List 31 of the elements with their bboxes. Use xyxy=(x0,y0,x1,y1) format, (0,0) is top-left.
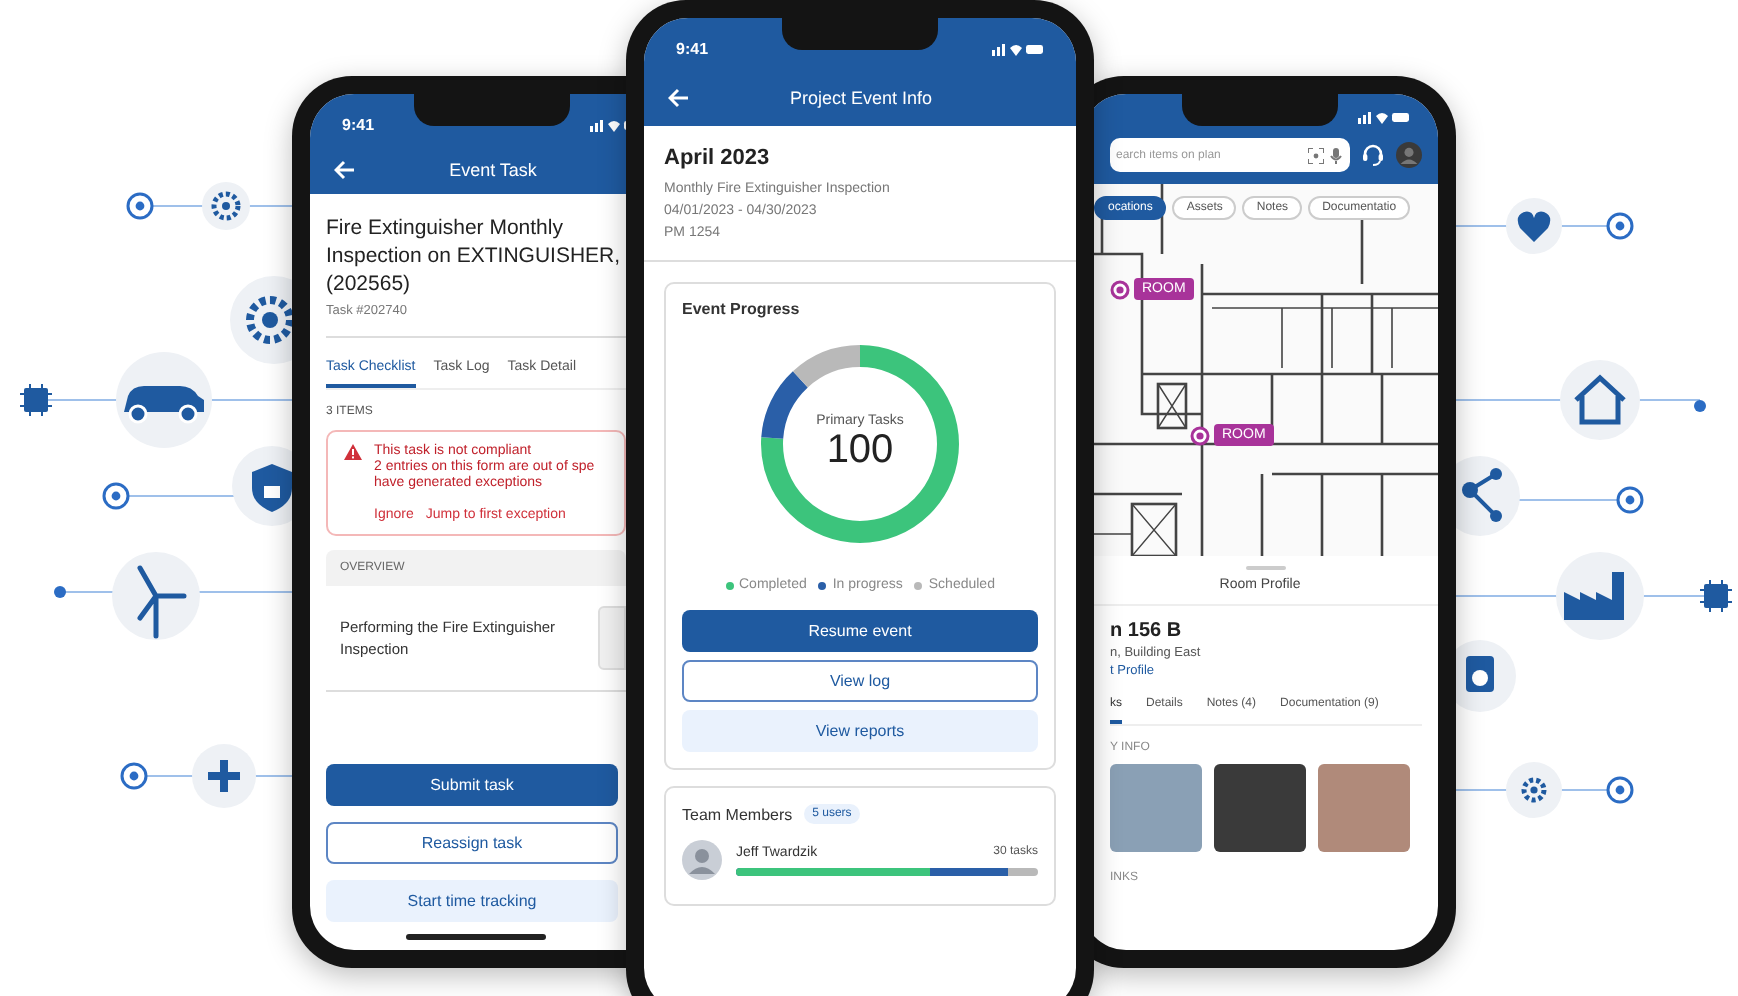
action-button[interactable]: Resume event xyxy=(682,610,1038,652)
screen-title: Event Task xyxy=(447,160,539,180)
action-button[interactable]: View reports xyxy=(682,710,1038,752)
donut-value: 100 xyxy=(826,428,894,474)
location-pin-icon[interactable] xyxy=(1110,279,1130,299)
action-button[interactable]: View log xyxy=(682,660,1038,702)
action-button[interactable]: Start time tracking xyxy=(326,880,618,922)
screen-title: Project Event Info xyxy=(787,88,935,108)
status-time: 9:41 xyxy=(676,39,709,57)
task-heading: Fire Extinguisher Monthly Inspection on EXTINGUISHER, (202565) xyxy=(326,214,623,298)
status-icons-drawing xyxy=(1358,109,1410,123)
sheet-handle[interactable] xyxy=(1246,566,1286,570)
support-icon[interactable] xyxy=(1362,144,1384,166)
back-arrow-icon[interactable] xyxy=(668,88,690,108)
home-indicator xyxy=(406,934,546,940)
card-title: Team Members xyxy=(682,805,793,823)
event-month: April 2023 xyxy=(664,146,772,170)
warning-icon xyxy=(344,444,362,460)
status-icons-drawing xyxy=(992,41,1044,55)
action-button[interactable]: Submit task xyxy=(326,764,618,806)
avatar-icon[interactable] xyxy=(1396,142,1422,168)
location-pin-icon[interactable] xyxy=(1190,425,1210,445)
avatar-icon xyxy=(682,840,722,880)
microphone-icon[interactable] xyxy=(1330,147,1342,163)
status-time: 9:41 xyxy=(342,115,375,133)
card-title: Event Progress xyxy=(682,300,802,318)
room-name: n 156 B xyxy=(1110,620,1184,642)
scan-icon[interactable] xyxy=(1308,147,1324,163)
answer-field[interactable] xyxy=(598,606,626,670)
action-button[interactable]: Reassign task xyxy=(326,822,618,864)
back-arrow-icon[interactable] xyxy=(334,160,356,180)
